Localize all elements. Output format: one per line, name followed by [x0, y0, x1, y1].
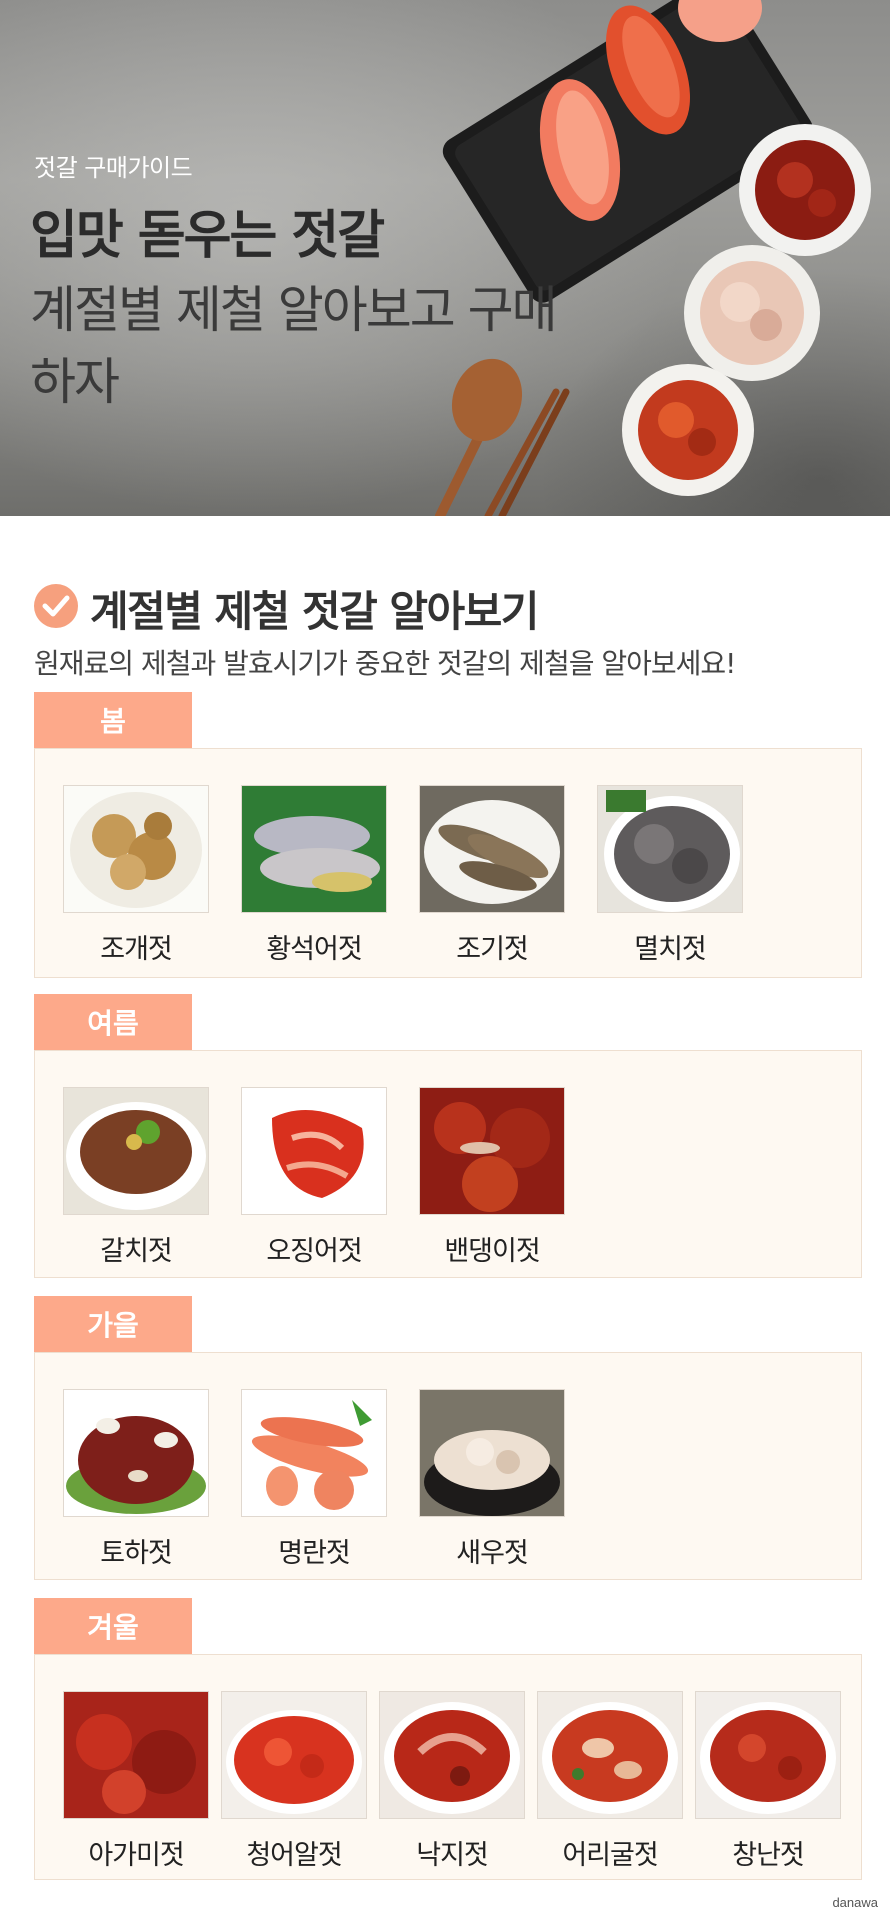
jeotgal-item: 조개젓 — [63, 785, 209, 966]
jeotgal-item: 갈치젓 — [63, 1087, 209, 1268]
jeotgal-item: 토하젓 — [63, 1389, 209, 1570]
jeotgal-name: 청어알젓 — [246, 1840, 342, 1871]
jeotgal-photo — [241, 1087, 387, 1215]
jeotgal-name: 밴댕이젓 — [444, 1236, 540, 1267]
jeotgal-photo — [419, 785, 565, 913]
section-description: 원재료의 제철과 발효시기가 중요한 젓갈의 제철을 알아보세요! — [34, 647, 736, 680]
jeotgal-photo — [63, 1691, 209, 1819]
jeotgal-photo — [419, 1087, 565, 1215]
season-tab: 겨울 — [34, 1598, 192, 1654]
hero-subtitle: 계절별 제철 알아보고 구매하자 — [30, 281, 558, 411]
jeotgal-name: 명란젓 — [278, 1538, 351, 1569]
jeotgal-photo — [63, 1087, 209, 1215]
jeotgal-item: 명란젓 — [241, 1389, 387, 1570]
hero-banner: 젓갈 구매가이드 입맛 돋우는 젓갈 계절별 제철 알아보고 구매하자 — [0, 0, 890, 516]
jeotgal-item: 어리굴젓 — [537, 1691, 683, 1872]
jeotgal-item: 황석어젓 — [241, 785, 387, 966]
jeotgal-item: 아가미젓 — [63, 1691, 209, 1872]
jeotgal-name: 새우젓 — [456, 1538, 529, 1569]
jeotgal-photo — [695, 1691, 841, 1819]
section-title: 계절별 제철 젓갈 알아보기 — [90, 587, 539, 636]
jeotgal-name: 조개젓 — [100, 934, 173, 965]
season-items-box: 조개젓 황석어젓 조기젓 멸치젓 — [34, 748, 862, 978]
jeotgal-photo — [419, 1389, 565, 1517]
season-items-box: 토하젓 명란젓 새우젓 — [34, 1352, 862, 1580]
jeotgal-item: 창난젓 — [695, 1691, 841, 1872]
hero-eyebrow: 젓갈 구매가이드 — [34, 154, 193, 182]
jeotgal-photo — [379, 1691, 525, 1819]
season-items-box: 아가미젓 청어알젓 낙지젓 어리굴젓 창난젓 — [34, 1654, 862, 1880]
jeotgal-name: 토하젓 — [100, 1538, 173, 1569]
jeotgal-name: 갈치젓 — [100, 1236, 173, 1267]
jeotgal-photo — [241, 1389, 387, 1517]
jeotgal-name: 어리굴젓 — [562, 1840, 658, 1871]
jeotgal-name: 멸치젓 — [634, 934, 707, 965]
season-tab: 가을 — [34, 1296, 192, 1352]
brand-logo: danawa — [832, 1895, 878, 1910]
jeotgal-name: 조기젓 — [456, 934, 529, 965]
jeotgal-name: 황석어젓 — [266, 934, 362, 965]
jeotgal-name: 오징어젓 — [266, 1236, 362, 1267]
jeotgal-item: 낙지젓 — [379, 1691, 525, 1872]
jeotgal-item: 조기젓 — [419, 785, 565, 966]
jeotgal-photo — [537, 1691, 683, 1819]
jeotgal-item: 오징어젓 — [241, 1087, 387, 1268]
jeotgal-photo — [63, 785, 209, 913]
jeotgal-name: 창난젓 — [732, 1840, 805, 1871]
jeotgal-name: 낙지젓 — [416, 1840, 489, 1871]
season-tab: 여름 — [34, 994, 192, 1050]
jeotgal-item: 밴댕이젓 — [419, 1087, 565, 1268]
jeotgal-photo — [241, 785, 387, 913]
check-circle-icon — [34, 584, 78, 628]
jeotgal-photo — [597, 785, 743, 913]
jeotgal-photo — [221, 1691, 367, 1819]
hero-title: 입맛 돋우는 젓갈 — [30, 206, 385, 266]
season-items-box: 갈치젓 오징어젓 밴댕이젓 — [34, 1050, 862, 1278]
jeotgal-item: 청어알젓 — [221, 1691, 367, 1872]
jeotgal-name: 아가미젓 — [88, 1840, 184, 1871]
jeotgal-photo — [63, 1389, 209, 1517]
jeotgal-item: 새우젓 — [419, 1389, 565, 1570]
season-tab: 봄 — [34, 692, 192, 748]
jeotgal-item: 멸치젓 — [597, 785, 743, 966]
